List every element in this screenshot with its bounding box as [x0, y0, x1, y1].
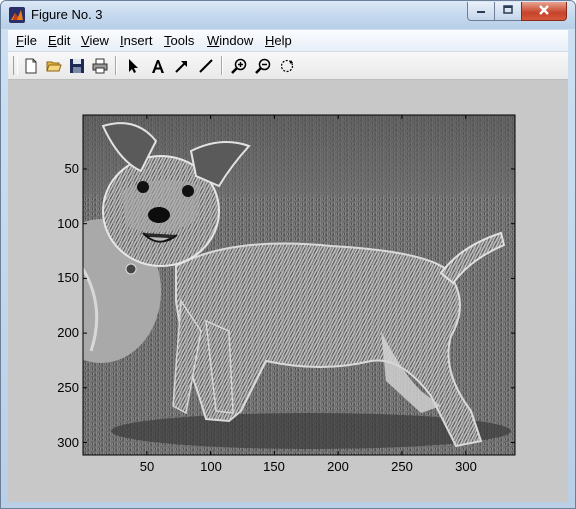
- x-tick-label: 300: [455, 459, 477, 474]
- y-tick-label: 50: [64, 161, 79, 176]
- x-tick-label: 150: [263, 459, 285, 474]
- figure-window: Figure No. 3 File Edit View Insert Tools…: [0, 0, 576, 509]
- y-tick-label: 300: [57, 435, 79, 450]
- x-tick-label: 200: [327, 459, 349, 474]
- axes[interactable]: [1, 1, 576, 509]
- y-tick-label: 250: [57, 380, 79, 395]
- y-tick-label: 150: [57, 270, 79, 285]
- y-tick-label: 200: [57, 325, 79, 340]
- x-tick-label: 250: [391, 459, 413, 474]
- x-tick-label: 100: [200, 459, 222, 474]
- y-tick-label: 100: [57, 216, 79, 231]
- x-tick-label: 50: [139, 459, 155, 474]
- dog-photo-image: [83, 115, 515, 455]
